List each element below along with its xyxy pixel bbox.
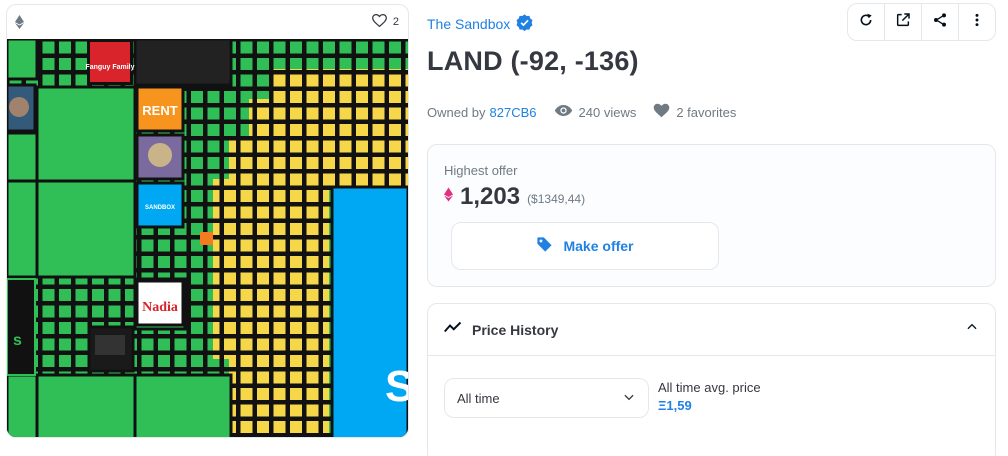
make-offer-button[interactable]: Make offer [451,222,719,270]
offer-usd: ($1349,44) [527,192,586,206]
map-label-big-s: S [385,362,408,411]
item-meta-row: Owned by 827CB6 240 views 2 favorites [427,103,736,121]
media-header: 2 [7,5,408,39]
period-select[interactable]: All time [444,378,649,418]
owner-link[interactable]: 827CB6 [490,105,537,120]
chevron-down-icon [622,390,636,407]
avg-price-value: Ξ1,59 [658,398,692,413]
weth-icon [444,187,453,207]
heart-filled-icon [653,103,670,121]
item-title: LAND (-92, -136) [427,46,639,76]
collection-name: The Sandbox [427,16,511,32]
media-card: 2 Fanguy Family RENT SANDBOX Nadia s [6,4,409,438]
highest-offer-value: 1,203 ($1349,44) [444,183,585,211]
collection-link[interactable]: The Sandbox [427,14,533,34]
heart-outline-icon [371,13,387,30]
period-select-value: All time [457,390,500,406]
offer-amount: 1,203 [460,183,521,210]
ethereum-icon [15,15,27,29]
more-options-button[interactable] [959,4,995,40]
highest-offer-label: Highest offer [444,163,518,178]
verified-badge-icon [516,14,533,34]
owned-by-label: Owned by [427,104,486,120]
land-map-image: Fanguy Family RENT SANDBOX Nadia s [7,39,408,437]
price-history-title: Price History [472,321,559,338]
make-offer-label: Make offer [563,238,634,254]
map-label-nadia: Nadia [142,300,178,315]
share-button[interactable] [922,4,959,40]
price-history-header[interactable]: Price History [428,304,995,356]
favorites-text: 2 favorites [676,104,737,120]
offer-panel: Highest offer 1,203 ($1349,44) Make offe… [427,144,996,287]
open-external-button[interactable] [885,4,922,40]
map-label-fanguy: Fanguy Family [85,64,134,71]
favorite-count: 2 [392,16,399,28]
map-label-rent: RENT [142,103,177,118]
more-vertical-icon [969,12,985,33]
share-icon [932,12,948,33]
refresh-button[interactable] [848,4,885,40]
views-text: 240 views [578,104,637,120]
tag-icon [536,236,553,256]
map-label-partial-s: s [13,332,22,349]
external-link-icon [895,12,911,33]
map-label-sandbox: SANDBOX [145,205,175,211]
views-count: 240 views [554,104,637,120]
refresh-icon [858,12,874,33]
eye-icon [554,104,573,120]
chevron-up-icon [965,320,979,339]
favorite-button[interactable]: 2 [371,13,399,30]
item-toolbar [847,3,996,41]
price-history-panel: Price History All time All time avg. pri… [427,303,996,456]
favorites-count[interactable]: 2 favorites [653,103,736,121]
avg-price-label: All time avg. price [658,380,761,395]
trending-chart-icon [444,320,462,339]
